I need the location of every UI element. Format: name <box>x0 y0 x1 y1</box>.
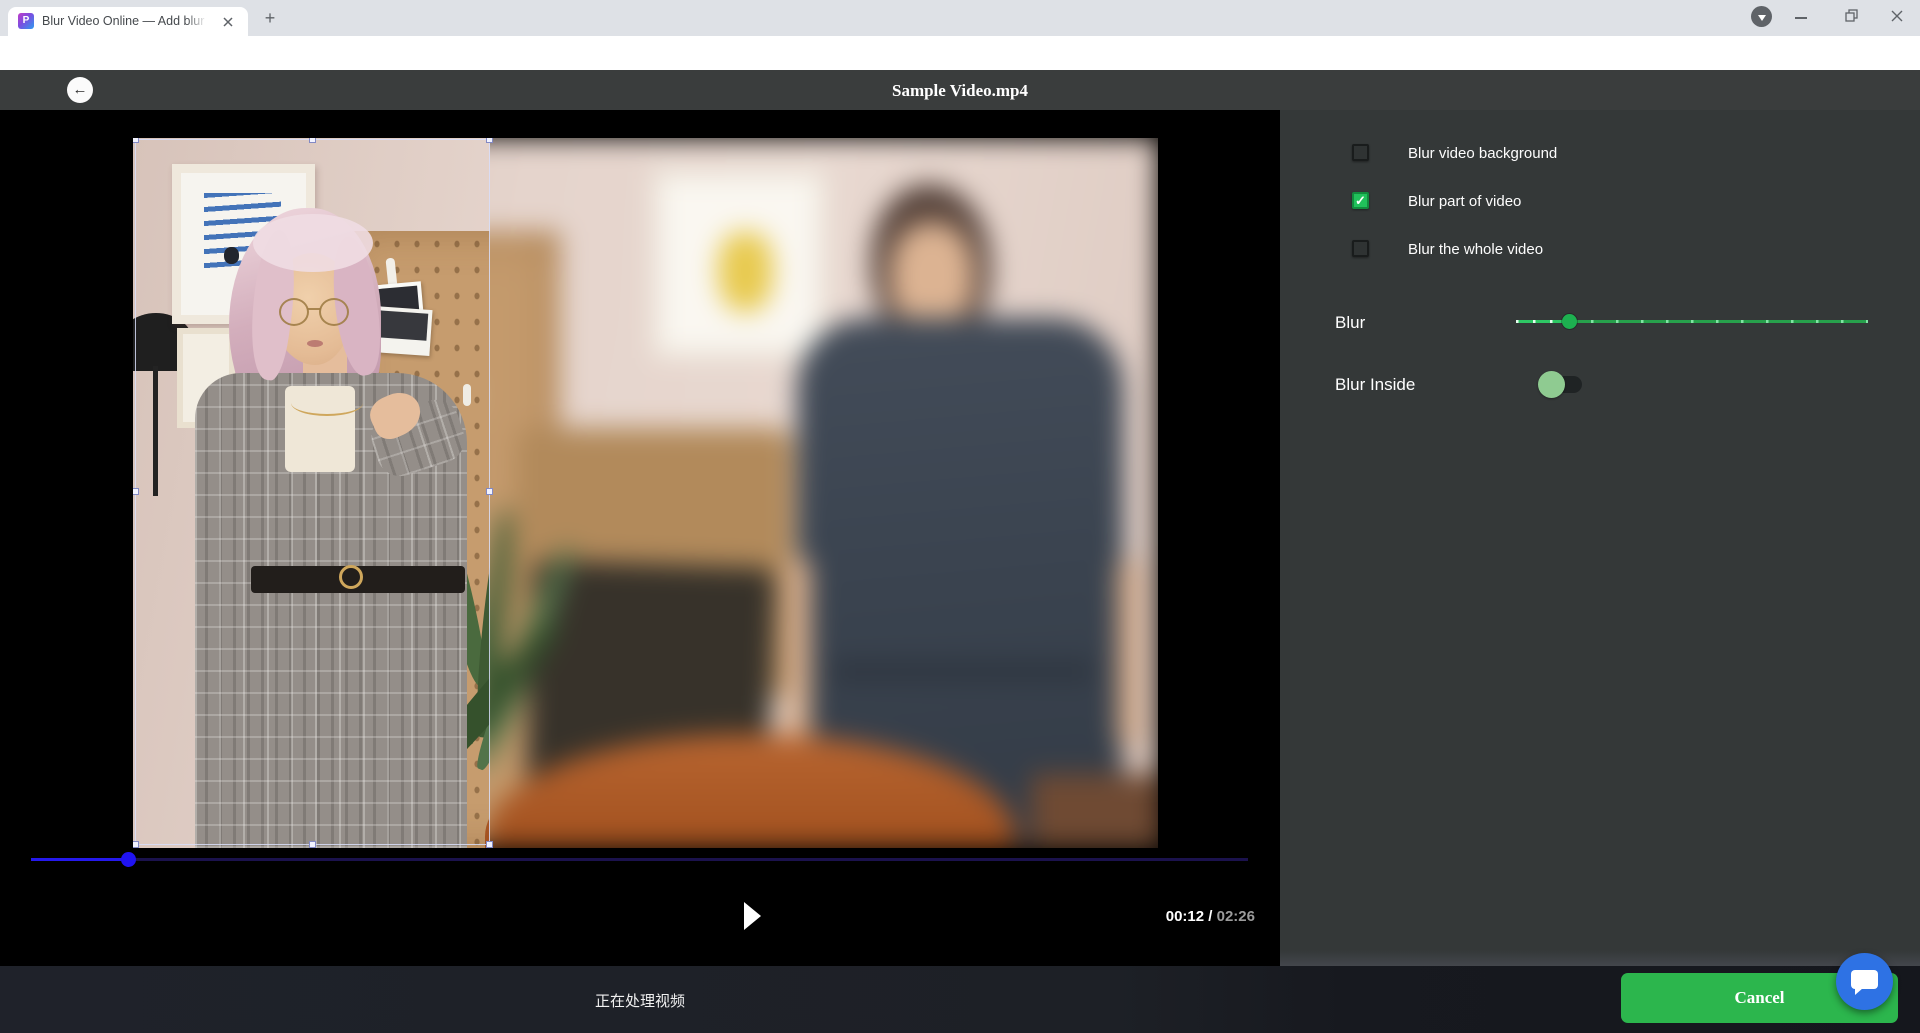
chat-fab[interactable] <box>1836 953 1893 1010</box>
tab-close-icon[interactable] <box>220 14 236 30</box>
checkbox[interactable]: ✓ <box>1352 192 1369 209</box>
toggle-knob[interactable] <box>1538 371 1565 398</box>
blur-inside-label: Blur Inside <box>1335 375 1416 394</box>
duration: 02:26 <box>1216 908 1255 925</box>
editor-header: ← Sample Video.mp4 <box>0 70 1920 110</box>
progress-thumb[interactable] <box>121 852 137 867</box>
blurred-person-arm <box>1117 558 1141 748</box>
progress-played <box>31 857 129 861</box>
close-icon[interactable] <box>1888 7 1906 25</box>
blur-settings-panel: ✓ Blur video background ✓ Blur part of v… <box>1280 110 1920 966</box>
tab-title: Blur Video Online — Add blur ef <box>42 14 210 28</box>
update-indicator-icon[interactable] <box>1751 6 1772 27</box>
corner-shadow <box>1031 774 1158 848</box>
selection-handle[interactable] <box>133 841 139 848</box>
video-progress-bar[interactable] <box>31 852 1248 867</box>
selection-handle[interactable] <box>486 138 493 143</box>
blurred-person-belt <box>833 663 1093 679</box>
video-player-area: 00:12 / 02:26 <box>0 110 1280 966</box>
time-display: 00:12 / 02:26 <box>1165 908 1255 925</box>
selection-handle[interactable] <box>133 138 139 143</box>
slider-thumb[interactable] <box>1561 314 1577 329</box>
site-favicon: P <box>18 13 34 29</box>
browser-tab[interactable]: P Blur Video Online — Add blur ef <box>8 7 248 36</box>
chat-bubble-icon <box>1851 970 1878 995</box>
blur-inside-toggle[interactable] <box>1538 371 1584 398</box>
blur-strength-label: Blur <box>1335 313 1366 332</box>
selection-handle[interactable] <box>486 488 493 495</box>
blurred-person-arm <box>785 558 811 758</box>
app-window: P Blur Video Online — Add blur ef + ← → … <box>0 0 1920 1033</box>
minimize-icon[interactable] <box>1795 17 1807 19</box>
status-bar: 正在处理视频 Cancel <box>0 966 1920 1033</box>
checkbox-label: Blur part of video <box>1408 193 1522 210</box>
selection-handle[interactable] <box>133 488 139 495</box>
current-time: 00:12 <box>1165 908 1205 925</box>
checkbox[interactable]: ✓ <box>1352 240 1369 257</box>
checkbox-label: Blur the whole video <box>1408 241 1544 258</box>
progress-track[interactable] <box>31 858 1248 861</box>
blurred-person-face <box>890 222 974 330</box>
video-file-title: Sample Video.mp4 <box>891 81 1029 100</box>
checkbox[interactable]: ✓ <box>1352 144 1369 161</box>
play-icon[interactable] <box>744 902 761 930</box>
slider-active-track <box>1516 319 1569 323</box>
processing-status-text: 正在处理视频 <box>594 993 685 1010</box>
selection-handle[interactable] <box>486 841 493 848</box>
checkbox-label: Blur video background <box>1408 145 1558 162</box>
selection-handle[interactable] <box>308 841 316 848</box>
browser-tab-strip: P Blur Video Online — Add blur ef + <box>0 0 1920 36</box>
blur-region-selection[interactable] <box>133 138 493 848</box>
browser-toolbar: ← → pickfrom.net/blur-video S <box>0 36 1920 104</box>
selection-handle[interactable] <box>308 138 316 143</box>
wall-picture-yellow <box>653 170 825 358</box>
video-frame[interactable] <box>133 138 1158 848</box>
tab-title-fade <box>186 14 212 30</box>
restore-icon[interactable] <box>1843 7 1861 25</box>
blur-strength-slider[interactable] <box>1516 314 1868 329</box>
new-tab-icon[interactable]: + <box>260 8 280 28</box>
